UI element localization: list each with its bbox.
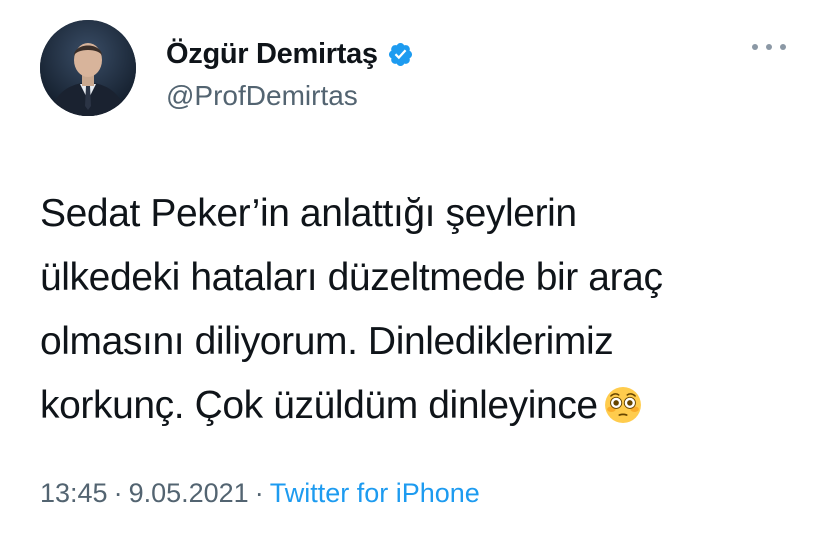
flushed-face-emoji-icon	[604, 380, 642, 423]
profile-photo-icon	[40, 20, 136, 116]
tweet-meta: 13:45 · 9.05.2021 · Twitter for iPhone	[40, 478, 480, 509]
tweet-line: Sedat Peker’in anlattığı şeylerin	[40, 192, 577, 235]
author-name-row[interactable]: Özgür Demirtaş	[166, 34, 414, 74]
ellipsis-dot	[780, 44, 786, 50]
verified-badge-icon	[387, 41, 414, 68]
tweet-text: Sedat Peker’in anlattığı şeylerin ülkede…	[40, 182, 800, 438]
author-display-name[interactable]: Özgür Demirtaş	[166, 38, 378, 71]
ellipsis-dot	[752, 44, 758, 50]
tweet-line: ülkedeki hataları düzeltmede bir araç	[40, 256, 663, 299]
meta-separator: ·	[254, 478, 264, 508]
meta-separator: ·	[113, 478, 123, 508]
more-options-button[interactable]	[752, 38, 786, 56]
tweet-source-link[interactable]: Twitter for iPhone	[270, 478, 480, 508]
tweet-date[interactable]: 9.05.2021	[129, 478, 249, 508]
avatar[interactable]	[40, 20, 136, 116]
tweet-time[interactable]: 13:45	[40, 478, 108, 508]
tweet-line: olmasını diliyorum. Dinlediklerimiz	[40, 320, 614, 363]
tweet-line-last: korkunç. Çok üzüldüm dinleyince	[40, 374, 800, 438]
ellipsis-dot	[766, 44, 772, 50]
tweet-line-text: korkunç. Çok üzüldüm dinleyince	[40, 384, 598, 427]
author-handle[interactable]: @ProfDemirtas	[166, 80, 358, 112]
